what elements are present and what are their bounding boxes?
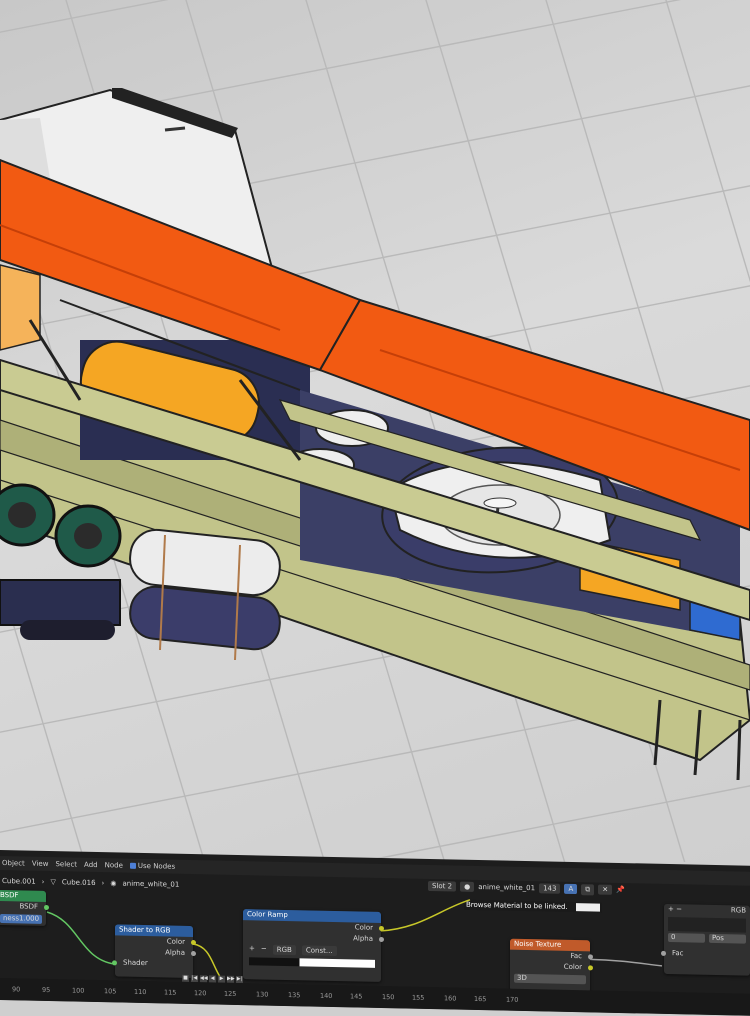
position-field[interactable]: Pos bbox=[709, 933, 746, 944]
tick-label: 150 bbox=[382, 993, 395, 1002]
value-field[interactable]: 0 bbox=[668, 932, 705, 943]
output-socket[interactable] bbox=[191, 951, 196, 957]
socket-label: Shader bbox=[123, 958, 148, 968]
input-socket[interactable] bbox=[112, 960, 117, 966]
socket-label: Color bbox=[166, 937, 185, 946]
socket-row-fac: Fac bbox=[661, 948, 750, 961]
color-ramp-controls: + − RGB Const... bbox=[243, 942, 381, 959]
viewport-scene bbox=[0, 0, 750, 862]
color-ramp-gradient[interactable] bbox=[249, 957, 375, 968]
socket-label: Color bbox=[354, 923, 373, 932]
node-color-ramp[interactable]: Color Ramp Color Alpha + − RGB Const... bbox=[243, 909, 384, 982]
socket-label: Alpha bbox=[165, 948, 185, 957]
curve-fields: 0 Pos bbox=[664, 932, 750, 944]
tick-label: 140 bbox=[320, 991, 333, 1000]
output-socket[interactable] bbox=[191, 940, 196, 946]
add-stop-button[interactable]: + bbox=[249, 944, 255, 954]
socket-row-shader: Shader bbox=[112, 957, 193, 970]
input-socket[interactable] bbox=[661, 950, 666, 956]
add-button[interactable]: + − bbox=[668, 904, 682, 915]
interpolation-dropdown[interactable]: Const... bbox=[301, 945, 337, 957]
node-rgb-curves[interactable]: + − RGB 0 Pos Fac bbox=[661, 903, 750, 976]
output-socket[interactable] bbox=[588, 954, 593, 960]
tick-label: 160 bbox=[444, 994, 457, 1003]
node-header-row: + − RGB bbox=[664, 904, 750, 917]
socket-label: Fac bbox=[570, 951, 582, 961]
field-value: 1.000 bbox=[19, 914, 40, 923]
tick-label: 95 bbox=[42, 985, 51, 995]
tick-label: 90 bbox=[12, 985, 21, 994]
side-tanks bbox=[129, 528, 281, 661]
curve-preview[interactable] bbox=[668, 916, 746, 933]
remove-stop-button[interactable]: − bbox=[261, 944, 267, 954]
socket-row-color: Color bbox=[510, 961, 593, 974]
roughness-field[interactable]: ness 1.000 bbox=[0, 914, 42, 924]
output-socket[interactable] bbox=[588, 965, 593, 971]
node-bsdf[interactable]: BSDF BSDF ness 1.000 bbox=[0, 889, 49, 926]
output-socket[interactable] bbox=[379, 925, 384, 932]
tick-label: 165 bbox=[474, 994, 487, 1004]
socket-label: BSDF bbox=[19, 902, 38, 911]
output-socket[interactable] bbox=[379, 936, 384, 943]
output-socket[interactable] bbox=[44, 904, 49, 911]
socket-label: Fac bbox=[672, 949, 684, 958]
tick-label: 125 bbox=[224, 989, 237, 998]
tick-label: 120 bbox=[194, 989, 207, 998]
3d-viewport[interactable] bbox=[0, 0, 750, 862]
tick-label: 130 bbox=[256, 990, 269, 999]
tick-label: 100 bbox=[72, 986, 85, 995]
socket-label: Alpha bbox=[353, 934, 373, 943]
node-noise-texture[interactable]: Noise Texture Fac Color 3D bbox=[510, 938, 593, 993]
field-label: ness bbox=[3, 914, 20, 923]
dimension-dropdown[interactable]: 3D bbox=[514, 973, 586, 985]
socket-row-bsdf: BSDF bbox=[0, 901, 49, 913]
tick-label: 115 bbox=[164, 988, 177, 997]
tick-label: 135 bbox=[288, 991, 301, 1000]
color-mode-dropdown[interactable]: RGB bbox=[272, 944, 296, 956]
tick-label: 110 bbox=[134, 987, 147, 997]
socket-label: Color bbox=[563, 962, 582, 972]
node-title[interactable]: RGB bbox=[731, 905, 746, 916]
tick-label: 105 bbox=[104, 987, 117, 996]
shader-node-editor[interactable]: Object View Select Add Node Use Nodes Sl… bbox=[0, 850, 750, 1016]
tick-label: 155 bbox=[412, 993, 425, 1002]
node-shader-to-rgb[interactable]: Shader to RGB Color Alpha Shader bbox=[112, 924, 196, 979]
tick-label: 145 bbox=[350, 992, 363, 1001]
